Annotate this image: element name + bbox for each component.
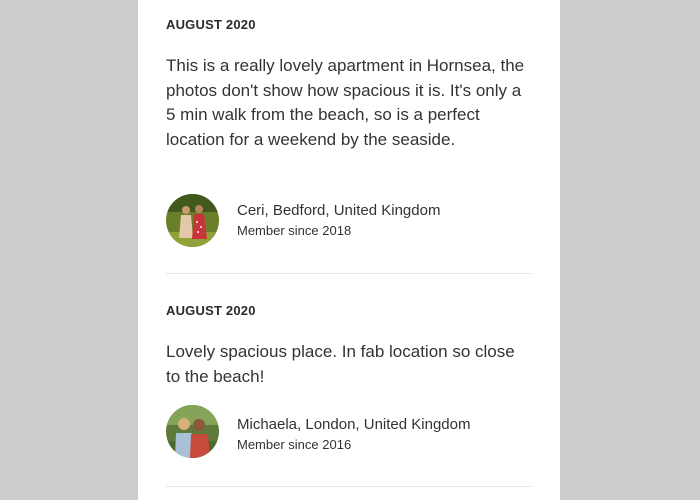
reviewer-avatar[interactable]: [166, 194, 219, 247]
reviewer-avatar[interactable]: [166, 405, 219, 458]
review-text: Lovely spacious place. In fab location s…: [166, 342, 515, 386]
review-divider: [166, 486, 532, 487]
review-text: This is a really lovely apartment in Hor…: [166, 56, 525, 149]
review-date: AUGUST 2020: [166, 303, 256, 318]
reviewer-name: Ceri, Bedford, United Kingdom: [237, 202, 441, 219]
review-divider: [166, 273, 532, 274]
reviewer-info: Ceri, Bedford, United Kingdom Member sin…: [166, 192, 532, 248]
reviewer-name: Michaela, London, United Kingdom: [237, 416, 471, 433]
reviews-panel: AUGUST 2020 This is a really lovely apar…: [138, 0, 560, 500]
avatar-photo-icon: [166, 194, 219, 247]
review-date: AUGUST 2020: [166, 17, 256, 32]
member-since: Member since 2018: [237, 223, 352, 238]
avatar-photo-icon: [166, 405, 219, 458]
reviewer-info: Michaela, London, United Kingdom Member …: [166, 403, 532, 459]
member-since: Member since 2016: [237, 437, 352, 452]
